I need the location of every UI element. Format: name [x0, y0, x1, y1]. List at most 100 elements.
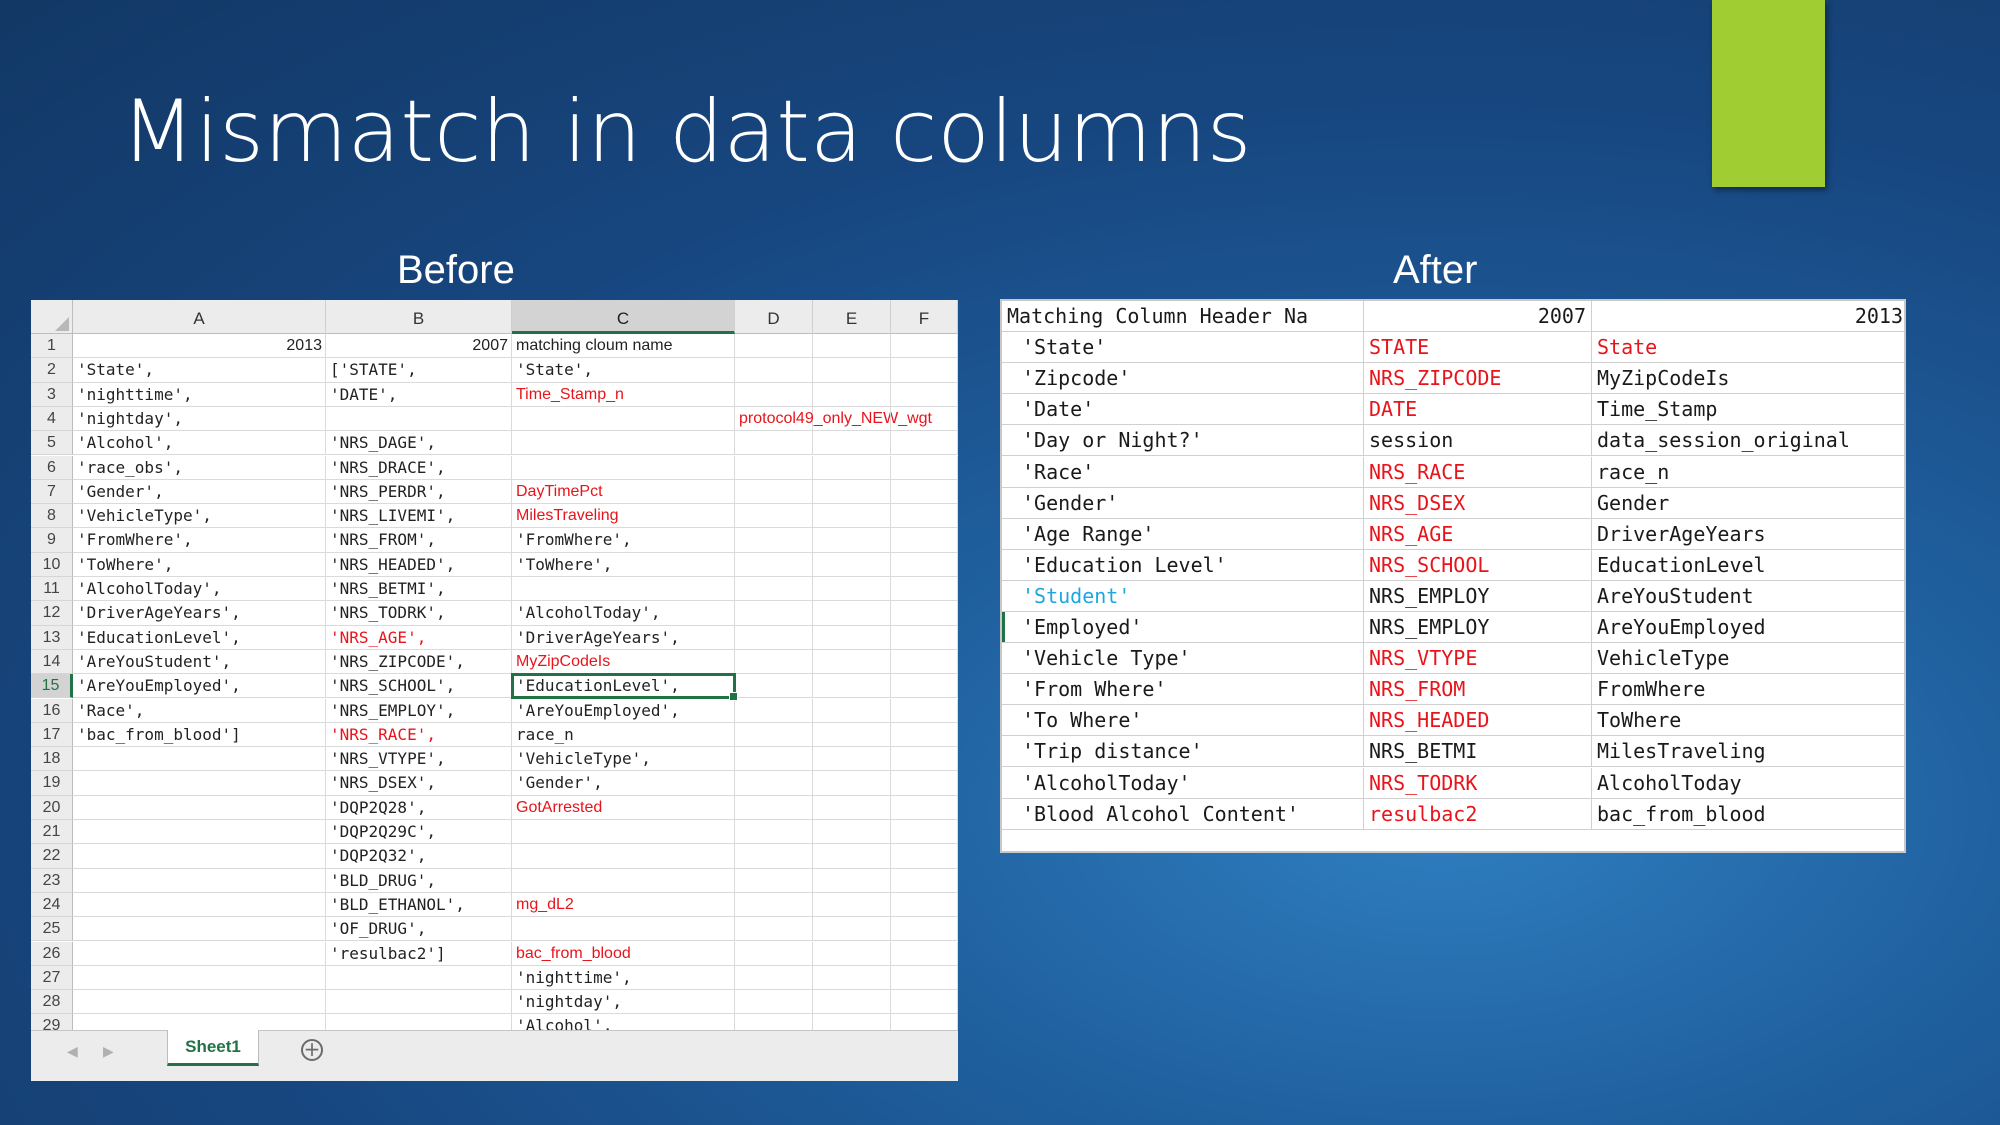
cell-e21[interactable] [813, 820, 891, 845]
row-number[interactable]: 8 [31, 504, 73, 529]
cell-b25[interactable]: 'OF_DRUG', [326, 917, 512, 942]
row-number[interactable]: 6 [31, 455, 73, 480]
cell-e5[interactable] [813, 431, 891, 456]
cell-a4[interactable]: 'nightday', [73, 406, 326, 432]
column-header-c[interactable]: C [512, 300, 735, 334]
cell-c7[interactable]: DayTimePct [512, 479, 735, 505]
row-number[interactable]: 21 [31, 820, 73, 845]
column-header-a[interactable]: A [73, 300, 326, 334]
cell-f22[interactable] [891, 844, 958, 869]
cell-c25[interactable] [512, 917, 735, 942]
cell-b19[interactable]: 'NRS_DSEX', [326, 771, 512, 796]
cell-a10[interactable]: 'ToWhere', [73, 552, 326, 577]
cell-f12[interactable] [891, 601, 958, 626]
row-number[interactable]: 25 [31, 917, 73, 942]
cell-b3[interactable]: 'DATE', [326, 382, 512, 407]
cell-c26[interactable]: bac_from_blood [512, 941, 735, 966]
cell-d7[interactable] [735, 479, 813, 505]
cell-e11[interactable] [813, 577, 891, 602]
cell-c4[interactable] [512, 406, 735, 432]
cell-a23[interactable] [73, 868, 326, 893]
cell-c12[interactable]: 'AlcoholToday', [512, 601, 735, 626]
row-number[interactable]: 17 [31, 722, 73, 748]
cell-c19[interactable]: 'Gender', [512, 771, 735, 796]
cell-b7[interactable]: 'NRS_PERDR', [326, 479, 512, 505]
cell-e14[interactable] [813, 649, 891, 675]
cell-a21[interactable] [73, 820, 326, 845]
cell-b15[interactable]: 'NRS_SCHOOL', [326, 674, 512, 699]
cell-b22[interactable]: 'DQP2Q32', [326, 844, 512, 869]
cell-a18[interactable] [73, 747, 326, 772]
cell-e7[interactable] [813, 479, 891, 505]
cell-b8[interactable]: 'NRS_LIVEMI', [326, 504, 512, 529]
cell-e1[interactable] [813, 334, 891, 359]
cell-e3[interactable] [813, 382, 891, 407]
cell-c23[interactable] [512, 868, 735, 893]
cell-f1[interactable] [891, 334, 958, 359]
cell-a15[interactable]: 'AreYouEmployed', [73, 674, 326, 699]
cell-b10[interactable]: 'NRS_HEADED', [326, 552, 512, 577]
cell-a11[interactable]: 'AlcoholToday', [73, 577, 326, 602]
cell-d26[interactable] [735, 941, 813, 966]
cell-c11[interactable] [512, 577, 735, 602]
column-header-d[interactable]: D [735, 300, 813, 334]
row-number[interactable]: 29 [31, 1014, 73, 1030]
cell-f24[interactable] [891, 892, 958, 918]
cell-b6[interactable]: 'NRS_DRACE', [326, 455, 512, 480]
cell-b24[interactable]: 'BLD_ETHANOL', [326, 892, 512, 918]
column-header-f[interactable]: F [891, 300, 958, 334]
cell-c22[interactable] [512, 844, 735, 869]
cell-e17[interactable] [813, 722, 891, 748]
cell-b27[interactable] [326, 965, 512, 991]
cell-f10[interactable] [891, 552, 958, 577]
cell-a28[interactable] [73, 990, 326, 1015]
cell-b18[interactable]: 'NRS_VTYPE', [326, 747, 512, 772]
cell-b13[interactable]: 'NRS_AGE', [326, 625, 512, 650]
cell-c8[interactable]: MilesTraveling [512, 504, 735, 529]
column-header-e[interactable]: E [813, 300, 891, 334]
cell-a26[interactable] [73, 941, 326, 966]
cell-d12[interactable] [735, 601, 813, 626]
cell-f5[interactable] [891, 431, 958, 456]
cell-c6[interactable] [512, 455, 735, 480]
row-number[interactable]: 4 [31, 406, 73, 432]
cell-c27[interactable]: 'nighttime', [512, 965, 735, 991]
cell-e26[interactable] [813, 941, 891, 966]
cell-b4[interactable] [326, 406, 512, 432]
cell-b29[interactable] [326, 1014, 512, 1030]
cell-f8[interactable] [891, 504, 958, 529]
column-header-b[interactable]: B [326, 300, 512, 334]
row-number[interactable]: 15 [31, 674, 73, 699]
cell-f29[interactable] [891, 1014, 958, 1030]
cell-a13[interactable]: 'EducationLevel', [73, 625, 326, 650]
cell-c10[interactable]: 'ToWhere', [512, 552, 735, 577]
cell-d19[interactable] [735, 771, 813, 796]
row-number[interactable]: 16 [31, 698, 73, 723]
cell-f23[interactable] [891, 868, 958, 893]
cell-d21[interactable] [735, 820, 813, 845]
cell-a2[interactable]: 'State', [73, 358, 326, 383]
cell-a6[interactable]: 'race_obs', [73, 455, 326, 480]
cell-f13[interactable] [891, 625, 958, 650]
cell-a24[interactable] [73, 892, 326, 918]
cell-d8[interactable] [735, 504, 813, 529]
cell-b23[interactable]: 'BLD_DRUG', [326, 868, 512, 893]
cell-c15[interactable]: 'EducationLevel', [511, 673, 738, 702]
cell-e28[interactable] [813, 990, 891, 1015]
row-number[interactable]: 10 [31, 552, 73, 577]
cell-d23[interactable] [735, 868, 813, 893]
cell-a9[interactable]: 'FromWhere', [73, 528, 326, 553]
row-number[interactable]: 27 [31, 965, 73, 991]
cell-e10[interactable] [813, 552, 891, 577]
cell-d2[interactable] [735, 358, 813, 383]
cell-f25[interactable] [891, 917, 958, 942]
cell-c24[interactable]: mg_dL2 [512, 892, 735, 918]
cell-c13[interactable]: 'DriverAgeYears', [512, 625, 735, 650]
cell-a12[interactable]: 'DriverAgeYears', [73, 601, 326, 626]
cell-f16[interactable] [891, 698, 958, 723]
cell-c5[interactable] [512, 431, 735, 456]
cell-a14[interactable]: 'AreYouStudent', [73, 649, 326, 675]
row-number[interactable]: 2 [31, 358, 73, 383]
row-number[interactable]: 1 [31, 334, 73, 359]
cell-e22[interactable] [813, 844, 891, 869]
